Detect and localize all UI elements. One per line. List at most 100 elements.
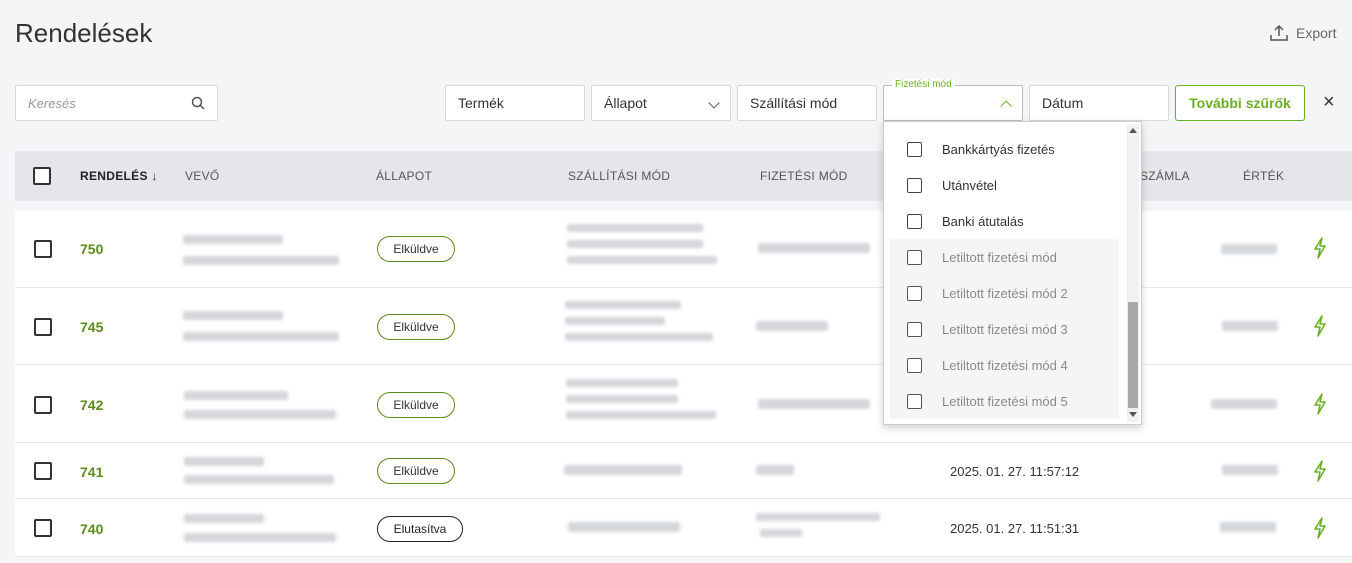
payment-redacted [756,465,794,475]
export-button[interactable]: Export [1270,24,1336,42]
order-number[interactable]: 740 [80,521,103,537]
scroll-up-icon[interactable] [1129,128,1137,133]
product-filter-label: Termék [458,95,504,111]
invoice-date: 2025. 01. 27. 11:57:12 [950,464,1080,479]
payment-option-disabled: Letiltott fizetési mód 3 [890,311,1119,347]
order-number[interactable]: 741 [80,464,103,480]
customer-name-redacted [183,311,283,320]
customer-email-redacted [184,533,336,542]
row-checkbox[interactable] [34,396,52,414]
row-checkbox[interactable] [34,240,52,258]
order-number[interactable]: 745 [80,319,103,335]
status-filter-label: Állapot [604,95,647,111]
column-invoice[interactable]: SZÁMLA [1140,169,1190,183]
option-checkbox[interactable] [907,177,922,193]
column-order-label: RENDELÉS [80,169,148,183]
order-number[interactable]: 750 [80,241,103,257]
option-checkbox [907,285,922,301]
payment-option[interactable]: Bankkártyás fizetés [890,131,1119,167]
column-shipping[interactable]: SZÁLLÍTÁSI MÓD [568,169,670,183]
payment-redacted [760,529,802,537]
option-label: Banki átutalás [942,213,1024,229]
lightning-bolt-icon[interactable] [1313,315,1327,337]
export-label: Export [1296,25,1337,41]
shipping-redacted [566,379,678,387]
shipping-redacted [567,240,703,248]
column-payment[interactable]: FIZETÉSI MÓD [760,169,848,183]
option-checkbox[interactable] [907,213,922,229]
option-checkbox [907,249,922,265]
payment-option[interactable]: Utánvétel [890,167,1119,203]
status-filter[interactable]: Állapot [591,85,731,121]
payment-redacted [756,321,828,331]
shipping-redacted [565,301,681,309]
shipping-redacted [566,395,678,403]
chevron-up-icon [1000,100,1012,112]
option-label: Bankkártyás fizetés [942,141,1055,157]
option-label: Letiltott fizetési mód 5 [942,393,1068,409]
table-header: RENDELÉS ↓ VEVŐ ÁLLAPOT SZÁLLÍTÁSI MÓD F… [15,151,1352,201]
payment-redacted [758,243,870,253]
customer-email-redacted [183,332,339,341]
payment-option-disabled: Letiltott fizetési mód 2 [890,275,1119,311]
customer-email-redacted [184,410,336,419]
option-label: Letiltott fizetési mód 4 [942,357,1068,373]
lightning-bolt-icon[interactable] [1313,237,1327,259]
order-number[interactable]: 742 [80,397,103,413]
search-icon [191,96,205,110]
payment-option[interactable]: Banki átutalás [890,203,1119,239]
close-icon[interactable]: × [1323,92,1335,112]
table-row[interactable]: 742 Elküldve [15,365,1352,443]
row-checkbox[interactable] [34,462,52,480]
payment-filter[interactable]: Fizetési mód [883,79,1023,121]
table-row[interactable]: 750 Elküldve [15,211,1352,288]
value-redacted [1221,244,1277,254]
table-row[interactable]: 740 Elutasítva 2025. 01. 27. 11:51:31 [15,499,1352,557]
shipping-redacted [567,256,717,264]
lightning-bolt-icon[interactable] [1313,393,1327,415]
option-checkbox[interactable] [907,141,922,157]
status-badge: Elküldve [377,392,455,418]
column-value[interactable]: ÉRTÉK [1243,169,1284,183]
value-redacted [1222,465,1278,475]
row-checkbox[interactable] [34,318,52,336]
shipping-redacted [566,411,716,419]
date-filter[interactable]: Dátum [1029,85,1169,121]
payment-option-disabled: Letiltott fizetési mód 4 [890,347,1119,383]
orders-table: 750 Elküldve 745 Elküldve 742 Elküldve 7… [15,211,1352,557]
lightning-bolt-icon[interactable] [1313,460,1327,482]
table-row[interactable]: 745 Elküldve [15,288,1352,365]
shipping-redacted [564,465,682,475]
payment-option-disabled: Letiltott fizetési mód 5 [890,383,1119,419]
more-filters-button[interactable]: További szűrők [1175,85,1305,121]
customer-name-redacted [184,514,264,523]
table-row[interactable]: 741 Elküldve 2025. 01. 27. 11:57:12 [15,443,1352,499]
payment-filter-label: Fizetési mód [892,79,955,91]
product-filter[interactable]: Termék [445,85,585,121]
option-label: Utánvétel [942,177,997,193]
scroll-down-icon[interactable] [1129,412,1137,417]
option-checkbox [907,321,922,337]
select-all-checkbox[interactable] [33,167,51,185]
lightning-bolt-icon[interactable] [1313,517,1327,539]
shipping-filter[interactable]: Szállítási mód [737,85,877,121]
customer-email-redacted [184,475,334,484]
search-input[interactable]: Keresés [15,85,218,121]
option-label: Letiltott fizetési mód [942,249,1057,265]
column-order[interactable]: RENDELÉS ↓ [80,169,158,183]
shipping-redacted [565,333,713,341]
shipping-filter-label: Szállítási mód [750,95,838,111]
search-placeholder: Keresés [28,95,76,111]
row-checkbox[interactable] [34,519,52,537]
scrollbar-thumb[interactable] [1128,302,1138,408]
shipping-redacted [568,522,680,532]
payment-dropdown: Bankkártyás fizetés Utánvétel Banki átut… [883,121,1142,425]
column-status[interactable]: ÁLLAPOT [376,169,432,183]
payment-option-disabled: Letiltott fizetési mód [890,239,1119,275]
option-label: Letiltott fizetési mód 2 [942,285,1068,301]
column-customer[interactable]: VEVŐ [185,169,220,183]
option-label: Letiltott fizetési mód 3 [942,321,1068,337]
shipping-redacted [565,317,665,325]
payment-redacted [758,399,870,409]
customer-name-redacted [183,235,283,244]
